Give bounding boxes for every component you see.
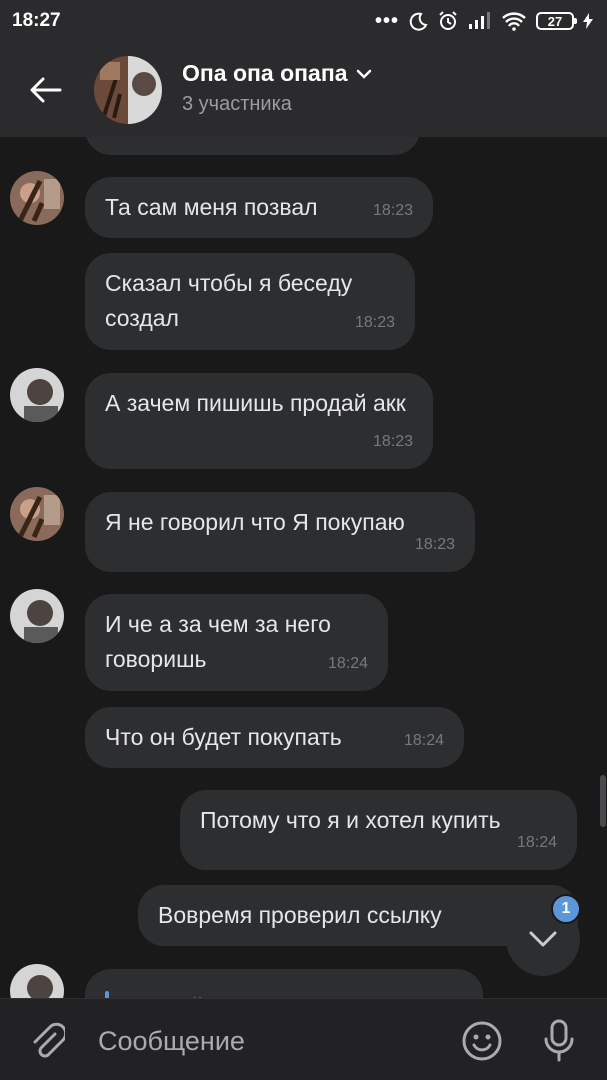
unread-badge: 1 bbox=[551, 894, 581, 924]
wifi-icon bbox=[502, 12, 526, 31]
arrow-left-icon bbox=[30, 77, 62, 103]
signal-icon bbox=[469, 12, 490, 29]
chevron-down-icon bbox=[356, 69, 371, 79]
microphone-icon bbox=[544, 1019, 574, 1062]
status-bar: 18:27 ••• 27 bbox=[0, 0, 607, 42]
chat-title: Опа опа опапа bbox=[182, 60, 348, 86]
message-time: 18:23 bbox=[372, 202, 413, 219]
message-bubble[interactable]: А зачем пишишь продай акк 18:23 bbox=[85, 373, 433, 469]
message-text: Что он будет покупать bbox=[105, 724, 342, 750]
avatar[interactable] bbox=[10, 368, 64, 422]
message-bubble[interactable]: 18:22 bbox=[85, 137, 420, 155]
message-bubble[interactable]: Сказал чтобы я беседу создал 18:23 bbox=[85, 253, 415, 350]
message-input[interactable] bbox=[96, 1019, 440, 1063]
attach-button[interactable] bbox=[22, 1015, 72, 1065]
message-bubble[interactable]: Я не говорил что Я покупаю 18:23 bbox=[85, 492, 475, 572]
more-dots-icon: ••• bbox=[374, 9, 399, 32]
battery-icon: 27 bbox=[536, 12, 577, 30]
message-text: Та сам меня позвал bbox=[105, 194, 318, 220]
message-time: 18:23 bbox=[372, 433, 413, 450]
back-button[interactable] bbox=[20, 68, 72, 112]
group-avatar[interactable] bbox=[94, 56, 162, 124]
paperclip-icon bbox=[33, 1022, 65, 1058]
message-text: Я не говорил что Я покупаю bbox=[105, 509, 405, 535]
message-bubble[interactable]: Что он будет покупать 18:24 bbox=[85, 707, 464, 768]
message-bubble[interactable]: Та сам меня позвал 18:23 bbox=[85, 177, 433, 238]
message-time: 18:24 bbox=[516, 834, 557, 851]
forward-indicator bbox=[105, 991, 109, 998]
forwarded-message-bubble[interactable]: Алексей Егоров bbox=[85, 969, 483, 998]
forwarded-author: Алексей Егоров bbox=[125, 989, 275, 998]
avatar[interactable] bbox=[10, 487, 64, 541]
chevron-down-icon bbox=[529, 931, 557, 947]
status-icons: ••• 27 bbox=[375, 10, 593, 33]
message-time: 18:22 bbox=[362, 137, 402, 149]
chat-header: Опа опа опапа 3 участника bbox=[0, 42, 607, 137]
message-text: Вовремя проверил ссылку bbox=[158, 902, 442, 928]
avatar[interactable] bbox=[10, 171, 64, 225]
scrollbar-thumb[interactable] bbox=[600, 775, 606, 827]
message-time: 18:24 bbox=[403, 732, 444, 749]
battery-level: 27 bbox=[547, 13, 563, 29]
message-text: А зачем пишишь продай акк bbox=[105, 390, 406, 416]
alarm-icon bbox=[439, 11, 457, 30]
emoji-button[interactable] bbox=[456, 1015, 508, 1067]
chat-title-button[interactable]: Опа опа опапа bbox=[182, 60, 372, 87]
message-list[interactable]: 18:22 Та сам меня позвал 18:23 Сказал чт… bbox=[0, 137, 607, 998]
message-bubble[interactable]: И че а за чем за него говоришь 18:24 bbox=[85, 594, 388, 691]
status-time: 18:27 bbox=[12, 10, 61, 31]
moon-icon bbox=[409, 12, 428, 31]
avatar[interactable] bbox=[10, 964, 64, 998]
charging-icon bbox=[583, 13, 593, 29]
message-time: 18:23 bbox=[354, 314, 395, 331]
avatar[interactable] bbox=[10, 589, 64, 643]
message-time: 18:24 bbox=[327, 655, 368, 672]
voice-message-button[interactable] bbox=[534, 1015, 584, 1067]
smile-icon bbox=[462, 1021, 502, 1061]
message-text: Потому что я и хотел купить bbox=[200, 807, 501, 833]
outgoing-message-bubble[interactable]: Потому что я и хотел купить 18:24 bbox=[180, 790, 577, 870]
chat-members-count: 3 участника bbox=[182, 93, 292, 115]
message-composer bbox=[0, 998, 607, 1080]
message-time: 18:23 bbox=[414, 536, 455, 553]
